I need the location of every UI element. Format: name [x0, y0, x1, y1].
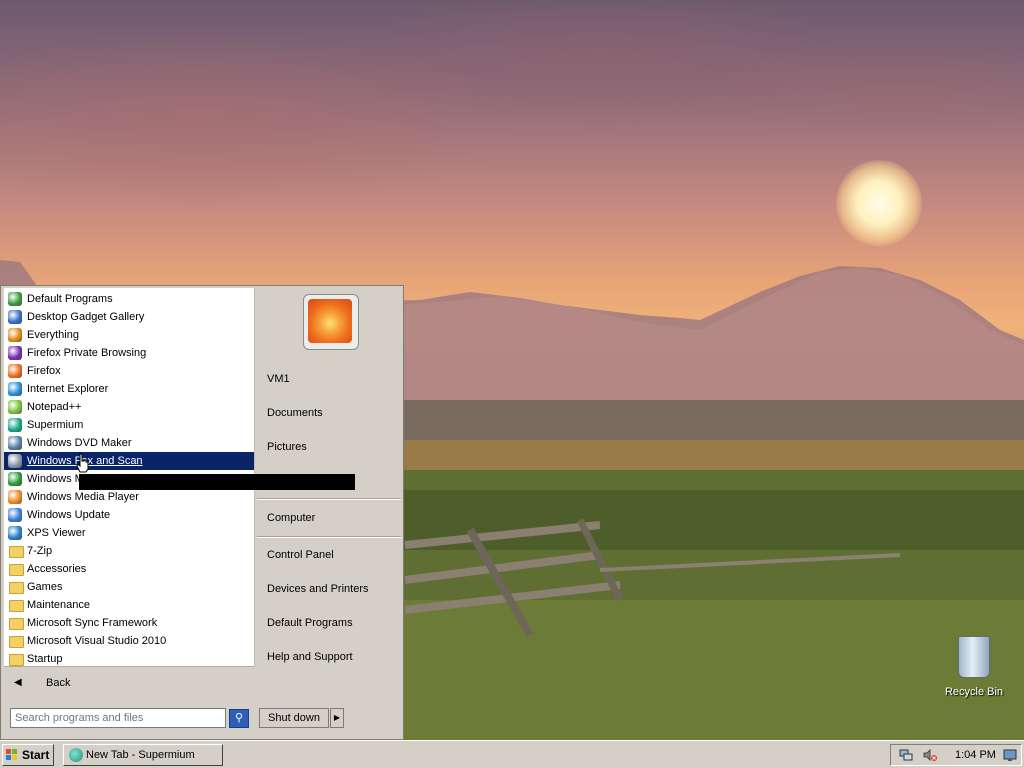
internet-explorer-icon	[8, 382, 22, 396]
program-label: Windows DVD Maker	[27, 437, 132, 449]
program-label: Games	[27, 581, 63, 593]
media-player-icon	[8, 490, 22, 504]
program-item[interactable]: Games	[4, 578, 254, 596]
search-button[interactable]: ⚲	[229, 709, 249, 728]
program-item[interactable]: Desktop Gadget Gallery	[4, 308, 254, 326]
separator	[257, 536, 401, 538]
program-label: Maintenance	[27, 599, 90, 611]
media-center-icon	[8, 472, 22, 486]
taskbar-button-label: New Tab - Supermium	[86, 749, 195, 761]
taskbar-button-supermium[interactable]: New Tab - Supermium	[63, 744, 223, 766]
control-panel-link[interactable]: Control Panel	[267, 549, 334, 561]
program-item[interactable]: Default Programs	[4, 290, 254, 308]
program-label: Microsoft Visual Studio 2010	[27, 635, 167, 647]
default-programs-link[interactable]: Default Programs	[267, 617, 353, 629]
firefox-private-icon	[8, 346, 22, 360]
program-label: Startup	[27, 653, 63, 665]
recycle-bin-label: Recycle Bin	[944, 686, 1004, 698]
search-input[interactable]	[10, 708, 226, 728]
recycle-bin-icon	[958, 636, 990, 678]
supermium-icon	[8, 418, 22, 432]
help-support-link[interactable]: Help and Support	[267, 651, 353, 663]
fax-scan-icon	[8, 454, 22, 468]
program-item[interactable]: Microsoft Visual Studio 2010	[4, 632, 254, 650]
user-picture[interactable]	[303, 294, 359, 350]
folder-icon	[9, 564, 24, 576]
system-tray: 1:04 PM	[890, 744, 1022, 766]
program-label: Windows Media Player	[27, 491, 139, 503]
devices-printers-link[interactable]: Devices and Printers	[267, 583, 369, 595]
program-label: Firefox Private Browsing	[27, 347, 147, 359]
taskbar: Start New Tab - Supermium 1:04 PM	[0, 740, 1024, 768]
program-label: Firefox	[27, 365, 61, 377]
pictures-link[interactable]: Pictures	[267, 441, 307, 453]
back-button[interactable]: ◀ Back	[4, 666, 254, 701]
program-item[interactable]: 7-Zip	[4, 542, 254, 560]
program-label: Microsoft Sync Framework	[27, 617, 158, 629]
hand-cursor-icon	[76, 453, 89, 473]
volume-muted-icon[interactable]	[923, 748, 937, 762]
start-menu: Default Programs Desktop Gadget Gallery Ev…	[0, 285, 404, 740]
program-label: Accessories	[27, 563, 87, 575]
back-arrow-icon: ◀	[14, 677, 22, 688]
program-item[interactable]: Internet Explorer	[4, 380, 254, 398]
program-item[interactable]: XPS Viewer	[4, 524, 254, 542]
flower-avatar-icon	[308, 299, 352, 343]
program-item[interactable]: Windows Fax and Scan	[4, 452, 254, 470]
program-label: XPS Viewer	[27, 527, 86, 539]
program-item[interactable]: Microsoft Sync Framework	[4, 614, 254, 632]
program-item[interactable]: Windows DVD Maker	[4, 434, 254, 452]
supermium-icon	[69, 748, 83, 762]
windows-update-icon	[8, 508, 22, 522]
separator	[257, 498, 401, 500]
recycle-bin-desktop-icon[interactable]: Recycle Bin	[944, 636, 1004, 698]
folder-icon	[9, 618, 24, 630]
program-item[interactable]: Notepad++	[4, 398, 254, 416]
default-programs-icon	[8, 292, 22, 306]
start-label: Start	[22, 748, 50, 762]
folder-icon	[9, 582, 24, 594]
search-icon: ⚲	[234, 712, 244, 724]
folder-icon	[9, 636, 24, 648]
search-area: ⚲	[4, 702, 254, 738]
firefox-icon	[8, 364, 22, 378]
program-label: Supermium	[27, 419, 84, 431]
show-desktop-icon[interactable]	[1003, 748, 1017, 762]
program-label: Windows Update	[27, 509, 111, 521]
folder-icon	[9, 546, 24, 558]
network-icon[interactable]	[899, 748, 913, 762]
program-label: Internet Explorer	[27, 383, 109, 395]
program-item[interactable]: Maintenance	[4, 596, 254, 614]
program-item[interactable]: Windows Update	[4, 506, 254, 524]
documents-link[interactable]: Documents	[267, 407, 323, 419]
program-item[interactable]: Windows Media Player	[4, 488, 254, 506]
start-menu-right-panel: VM1 Documents Pictures Computer Control …	[255, 286, 403, 702]
program-label: Everything	[27, 329, 79, 341]
shutdown-button[interactable]: Shut down	[259, 708, 329, 728]
program-item[interactable]: Supermium	[4, 416, 254, 434]
notepadpp-icon	[8, 400, 22, 414]
computer-link[interactable]: Computer	[267, 512, 315, 524]
program-item[interactable]: Everything	[4, 326, 254, 344]
folder-icon	[9, 654, 24, 666]
xps-viewer-icon	[8, 526, 22, 540]
program-item[interactable]: Firefox	[4, 362, 254, 380]
shutdown-options-arrow[interactable]: ▶	[330, 708, 344, 728]
gadget-gallery-icon	[8, 310, 22, 324]
user-folder-link[interactable]: VM1	[267, 373, 290, 385]
dvd-maker-icon	[8, 436, 22, 450]
back-label: Back	[46, 677, 71, 689]
redaction-bar	[79, 474, 355, 490]
program-label: Default Programs	[27, 293, 113, 305]
windows-logo-icon	[6, 749, 17, 760]
clock[interactable]: 1:04 PM	[955, 749, 996, 761]
start-button[interactable]: Start	[2, 744, 54, 766]
program-item[interactable]: Accessories	[4, 560, 254, 578]
program-label: Notepad++	[27, 401, 82, 413]
program-item[interactable]: Firefox Private Browsing	[4, 344, 254, 362]
program-label: 7-Zip	[27, 545, 53, 557]
program-label: Desktop Gadget Gallery	[27, 311, 145, 323]
folder-icon	[9, 600, 24, 612]
magnifier-icon	[8, 328, 22, 342]
